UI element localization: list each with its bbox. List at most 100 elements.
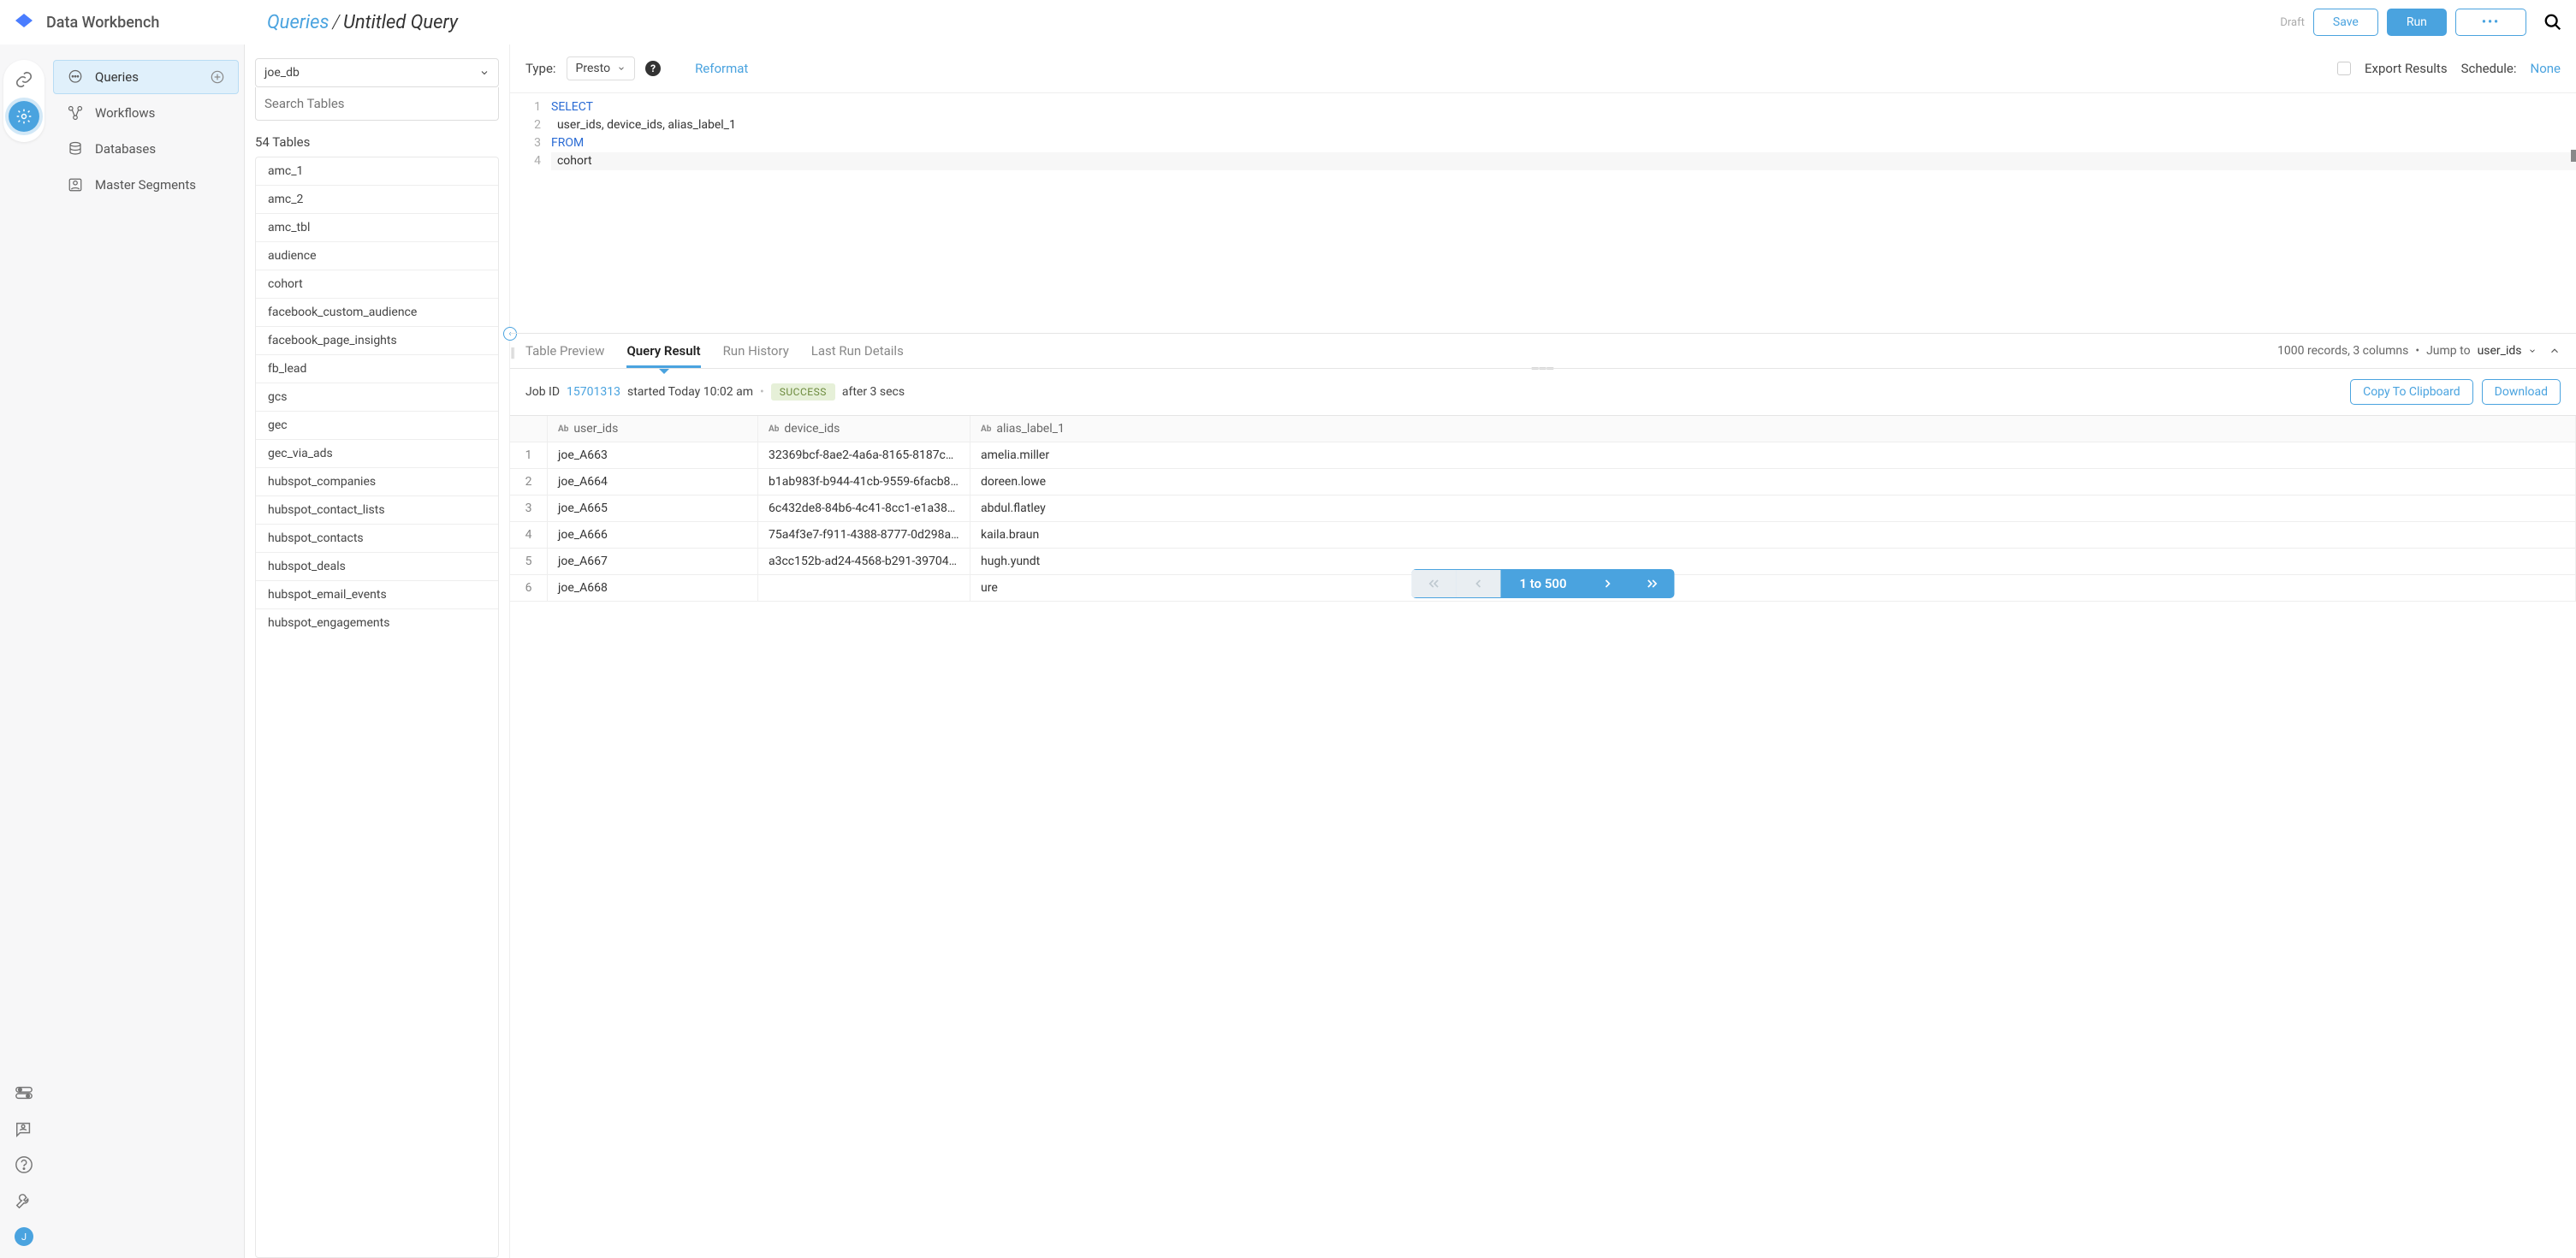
cell-alias-label: hugh.yundt [970, 549, 2576, 574]
query-type-select[interactable]: Presto [567, 56, 636, 80]
pager: 1 to 500 [1411, 569, 1674, 598]
table-item[interactable]: hubspot_companies [256, 468, 498, 496]
jump-to-label: Jump to [2426, 344, 2470, 358]
help-tooltip-icon[interactable]: ? [645, 61, 661, 76]
table-item[interactable]: hubspot_engagements [256, 609, 498, 637]
chevron-up-icon[interactable] [2549, 345, 2561, 357]
code-keyword: SELECT [551, 100, 593, 114]
search-tables-input[interactable] [264, 96, 490, 111]
table-item[interactable]: hubspot_contact_lists [256, 496, 498, 525]
status-badge: SUCCESS [771, 383, 835, 401]
cell-alias-label: doreen.lowe [970, 469, 2576, 495]
results-grid: Ab user_ids Ab device_ids Ab alias_label… [510, 415, 2576, 602]
table-item[interactable]: hubspot_email_events [256, 581, 498, 609]
toggle-icon[interactable] [15, 1083, 33, 1102]
search-icon[interactable] [2535, 13, 2562, 32]
plus-icon[interactable] [211, 70, 224, 84]
breadcrumb-root[interactable]: Queries [267, 12, 329, 33]
pager-last-icon[interactable] [1630, 570, 1675, 597]
table-item[interactable]: gcs [256, 383, 498, 412]
column-type-icon: Ab [558, 424, 568, 434]
gear-icon[interactable] [9, 101, 39, 132]
tab-run-history[interactable]: Run History [723, 335, 789, 367]
schedule-value[interactable]: None [2531, 61, 2561, 76]
run-button[interactable]: Run [2387, 9, 2447, 36]
breadcrumb: Queries / Untitled Query [267, 12, 458, 33]
row-index: 3 [510, 495, 548, 521]
table-row[interactable]: 4joe_A66675a4f3e7-f911-4388-8777-0d298a…… [510, 522, 2576, 549]
cell-device-ids: 75a4f3e7-f911-4388-8777-0d298a… [758, 522, 970, 548]
job-id-value[interactable]: 15701313 [567, 385, 620, 399]
save-button[interactable]: Save [2313, 9, 2378, 36]
tab-table-preview[interactable]: Table Preview [525, 335, 604, 367]
breadcrumb-sep: / [333, 12, 341, 33]
more-button[interactable]: ••• [2455, 9, 2526, 36]
cell-device-ids: 6c432de8-84b6-4c41-8cc1-e1a38a… [758, 495, 970, 521]
pager-prev-icon[interactable] [1456, 570, 1500, 597]
column-header[interactable]: Ab device_ids [758, 416, 970, 442]
reformat-link[interactable]: Reformat [695, 61, 748, 76]
link-icon[interactable] [15, 70, 33, 89]
table-row[interactable]: 1joe_A66332369bcf-8ae2-4a6a-8165-8187c5…… [510, 442, 2576, 469]
row-index: 6 [510, 575, 548, 601]
column-header[interactable]: Ab user_ids [548, 416, 758, 442]
jump-to-value: user_ids [2478, 344, 2522, 358]
main-area: Type: Presto ? Reformat Export Results S… [510, 45, 2576, 1258]
column-type-icon: Ab [981, 424, 991, 434]
column-name: device_ids [784, 422, 840, 436]
cell-user-ids: joe_A665 [548, 495, 758, 521]
database-select[interactable]: joe_db [255, 58, 499, 87]
contact-icon[interactable] [15, 1119, 33, 1138]
table-item[interactable]: gec_via_ads [256, 440, 498, 468]
sidebar-item-master-segments[interactable]: Master Segments [53, 168, 239, 202]
cell-device-ids [758, 575, 970, 601]
tab-label: Query Result [626, 343, 700, 359]
help-icon[interactable] [15, 1155, 33, 1174]
cell-user-ids: joe_A663 [548, 442, 758, 468]
table-item[interactable]: facebook_page_insights [256, 327, 498, 355]
cell-device-ids: 32369bcf-8ae2-4a6a-8165-8187c5… [758, 442, 970, 468]
sidebar-item-workflows[interactable]: Workflows [53, 96, 239, 130]
jump-to-select[interactable]: user_ids [2478, 344, 2537, 358]
row-index: 2 [510, 469, 548, 495]
cell-user-ids: joe_A667 [548, 549, 758, 574]
column-header[interactable]: Ab alias_label_1 [970, 416, 2576, 442]
drag-handle-icon[interactable]: ═══ [1532, 363, 1554, 374]
table-item[interactable]: hubspot_contacts [256, 525, 498, 553]
table-item[interactable]: gec [256, 412, 498, 440]
sidebar-item-queries[interactable]: Queries [53, 60, 239, 94]
cell-alias-label: kaila.braun [970, 522, 2576, 548]
table-item[interactable]: fb_lead [256, 355, 498, 383]
table-item[interactable]: hubspot_deals [256, 553, 498, 581]
tables-panel: joe_db 54 Tables amc_1amc_2amc_tblaudien… [245, 45, 510, 1258]
job-info-row: Job ID 15701313 started Today 10:02 am •… [510, 369, 2576, 415]
table-item[interactable]: amc_2 [256, 186, 498, 214]
table-row[interactable]: 3joe_A6656c432de8-84b6-4c41-8cc1-e1a38a…… [510, 495, 2576, 522]
sidebar-item-label: Queries [95, 69, 139, 85]
code-editor[interactable]: 1234 SELECT user_ids, device_ids, alias_… [510, 93, 2576, 333]
avatar[interactable]: J [15, 1227, 33, 1246]
cell-device-ids: a3cc152b-ad24-4568-b291-39704c… [758, 549, 970, 574]
tab-last-run-details[interactable]: Last Run Details [811, 335, 904, 367]
query-type-value: Presto [576, 62, 611, 75]
table-item[interactable]: amc_tbl [256, 214, 498, 242]
table-row[interactable]: 2joe_A664b1ab983f-b944-41cb-9559-6facb84… [510, 469, 2576, 495]
results-tabs: Table Preview Query Result Run History L… [510, 333, 2576, 369]
code-keyword: FROM [551, 136, 584, 150]
type-label: Type: [525, 61, 556, 76]
table-item[interactable]: amc_1 [256, 157, 498, 186]
download-button[interactable]: Download [2482, 379, 2561, 405]
pager-first-icon[interactable] [1411, 570, 1456, 597]
search-tables-field[interactable] [255, 87, 499, 121]
export-results-checkbox[interactable] [2337, 62, 2351, 75]
wrench-icon[interactable] [15, 1191, 33, 1210]
copy-to-clipboard-button[interactable]: Copy To Clipboard [2350, 379, 2473, 405]
tab-query-result[interactable]: Query Result [626, 335, 700, 367]
icon-rail: J [0, 45, 48, 1258]
table-item[interactable]: audience [256, 242, 498, 270]
table-item[interactable]: facebook_custom_audience [256, 299, 498, 327]
sidebar-item-databases[interactable]: Databases [53, 132, 239, 166]
row-index: 5 [510, 549, 548, 574]
pager-next-icon[interactable] [1586, 570, 1630, 597]
table-item[interactable]: cohort [256, 270, 498, 299]
